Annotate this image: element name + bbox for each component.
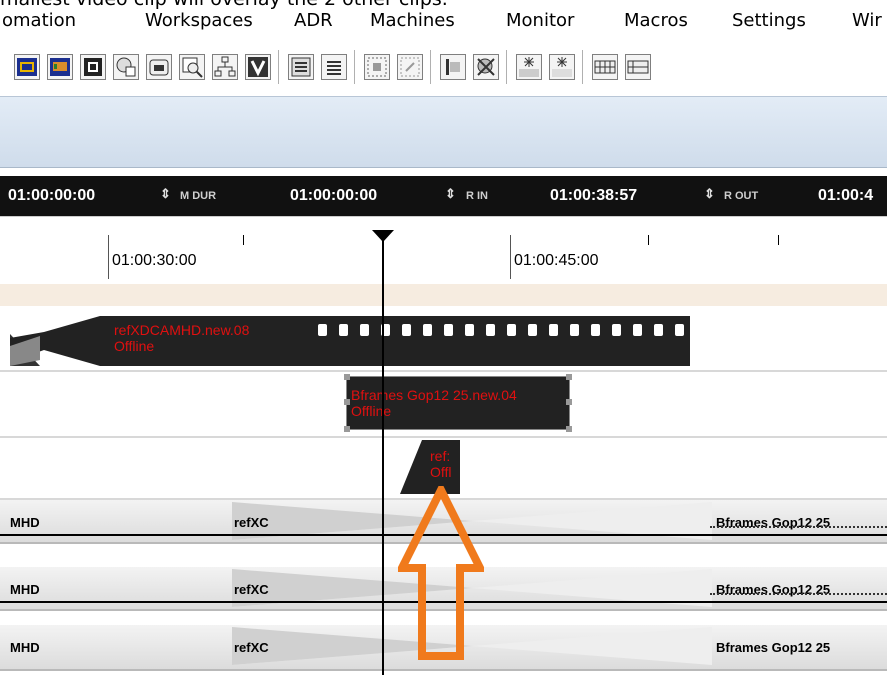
mdur-timecode[interactable]: 01:00:00:00 <box>290 187 377 205</box>
clip-label: MHD <box>10 582 40 597</box>
clip-status: Offline <box>114 338 155 354</box>
playhead-line[interactable] <box>382 232 384 675</box>
menu-adr[interactable]: ADR <box>294 10 333 31</box>
film-icon[interactable] <box>80 54 106 80</box>
clip-label: Bframes Gop12 25 <box>716 640 831 655</box>
spark-icon[interactable] <box>516 54 542 80</box>
mdur-label: M DUR <box>180 190 217 202</box>
rout-label: R OUT <box>724 190 759 202</box>
video-v-icon[interactable] <box>245 54 271 80</box>
clip-label: refXC <box>234 515 269 530</box>
spin-icon[interactable]: ⇕ <box>704 186 715 202</box>
in-timecode[interactable]: 01:00:00:00 <box>8 187 95 205</box>
menu-automation[interactable]: omation <box>2 10 76 31</box>
clip-label: refXC <box>234 582 269 597</box>
list-icon[interactable] <box>288 54 314 80</box>
clip-label: refXC <box>234 640 269 655</box>
spark2-icon[interactable] <box>549 54 575 80</box>
menu-workspaces[interactable]: Workspaces <box>145 10 253 31</box>
film-sprockets <box>316 320 686 340</box>
tc-display-icon[interactable] <box>14 54 40 80</box>
clip-label: MHD <box>10 640 40 655</box>
clip-name: ref: <box>430 448 451 464</box>
settings-icon[interactable] <box>473 54 499 80</box>
disk-icon[interactable] <box>146 54 172 80</box>
clip-label: MHD <box>10 515 40 530</box>
clip-name: refXDCAMHD.new.08 <box>114 322 250 338</box>
spin-icon[interactable]: ⇕ <box>445 186 456 202</box>
timecode-bar: 01:00:00:00 ⇕ M DUR 01:00:00:00 ⇕ R IN 0… <box>0 176 887 216</box>
spin-icon[interactable]: ⇕ <box>160 186 171 202</box>
grid2-icon[interactable] <box>625 54 651 80</box>
playhead-marker-icon[interactable] <box>372 230 394 242</box>
grid-icon[interactable] <box>592 54 618 80</box>
menubar: omation Workspaces ADR Machines Monitor … <box>0 8 887 36</box>
menu-settings[interactable]: Settings <box>732 10 806 31</box>
rin-label: R IN <box>466 190 488 202</box>
info-panel <box>0 96 887 168</box>
ruler-label: 01:00:45:00 <box>514 252 599 269</box>
frame-select-icon[interactable] <box>364 54 390 80</box>
annotation-arrow-icon <box>398 486 484 660</box>
rout-timecode[interactable]: 01:00:4 <box>818 187 873 205</box>
menu-macros[interactable]: Macros <box>624 10 688 31</box>
menu-machines[interactable]: Machines <box>370 10 455 31</box>
rin-timecode[interactable]: 01:00:38:57 <box>550 187 637 205</box>
find-icon[interactable] <box>179 54 205 80</box>
marker-icon[interactable] <box>440 54 466 80</box>
menu-monitor[interactable]: Monitor <box>506 10 574 31</box>
align-icon[interactable] <box>321 54 347 80</box>
record-audio-icon[interactable] <box>113 54 139 80</box>
toolbar <box>0 44 887 96</box>
marker-lane[interactable] <box>0 284 887 307</box>
ruler-label: 01:00:30:00 <box>112 252 197 269</box>
clip-bframes[interactable]: Bframes Gop12 25.new.04 Offline <box>344 374 572 432</box>
timeline-ruler[interactable]: 01:00:30:00 01:00:45:00 <box>0 216 887 285</box>
waveform-icon[interactable] <box>47 54 73 80</box>
clip-status: Offl <box>430 464 452 480</box>
frame-select-grey-icon[interactable] <box>397 54 423 80</box>
video-track-1[interactable]: refXDCAMHD.new.08 Offline <box>0 306 887 372</box>
menu-window[interactable]: Wir <box>852 10 882 31</box>
network-icon[interactable] <box>212 54 238 80</box>
video-track-2[interactable]: Bframes Gop12 25.new.04 Offline <box>0 372 887 438</box>
